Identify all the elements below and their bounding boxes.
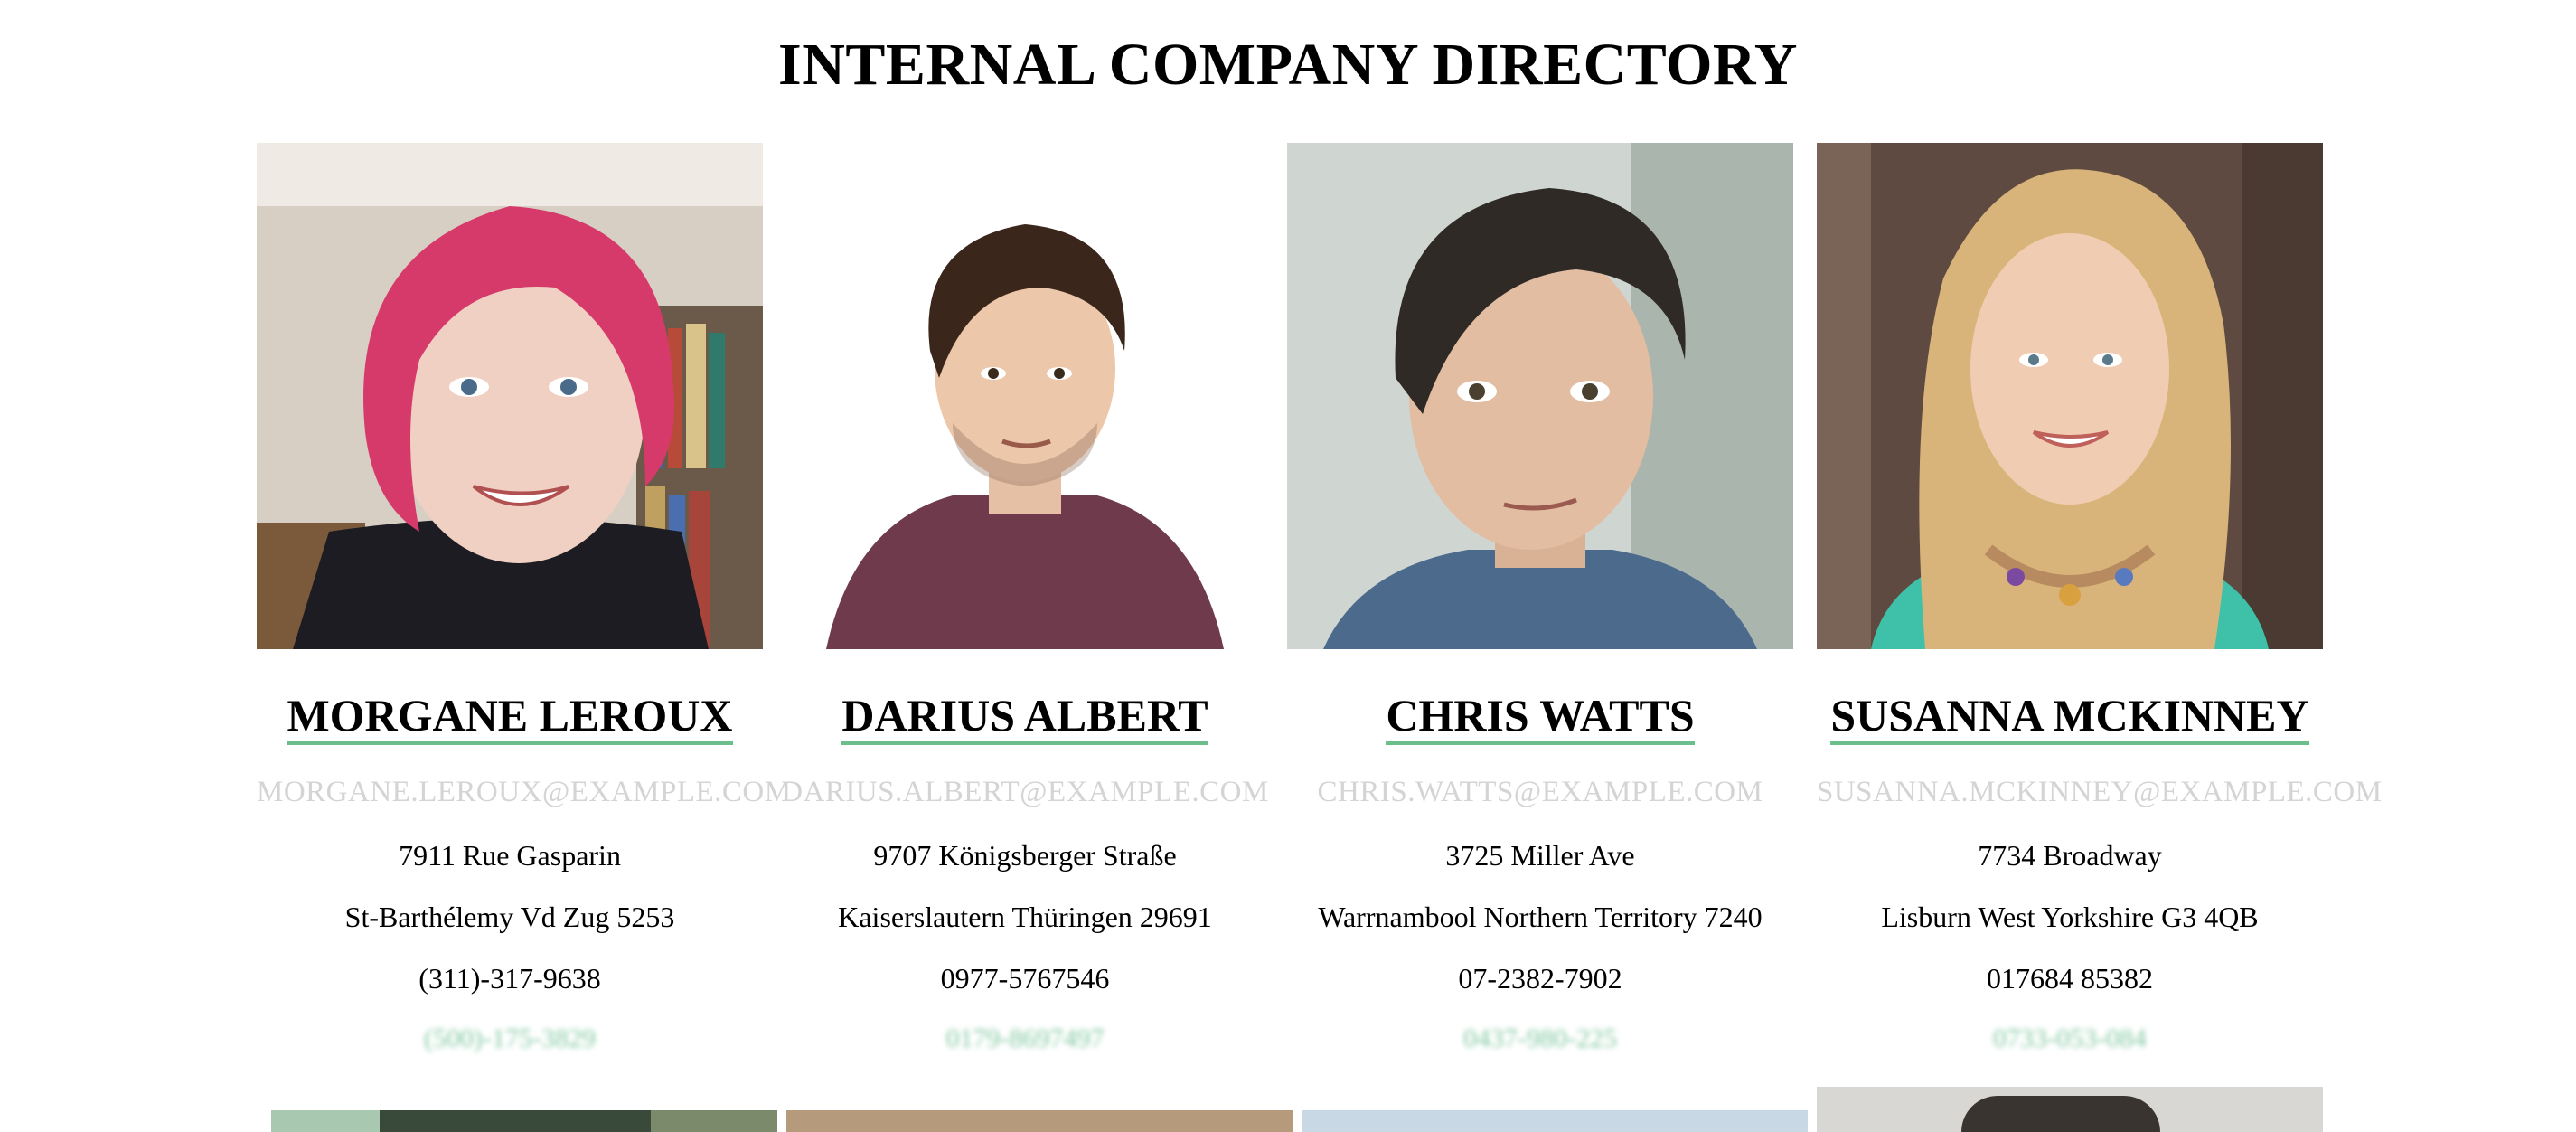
person-name: SUSANNA MCKINNEY [1817, 689, 2323, 745]
person-name: DARIUS ALBERT [772, 689, 1278, 745]
person-email[interactable]: SUSANNA.MCKINNEY@EXAMPLE.COM [1817, 776, 2382, 809]
person-city: Lisburn West Yorkshire G3 4QB [1881, 901, 2259, 933]
next-row-photo [1817, 1087, 2323, 1132]
person-email[interactable]: MORGANE.LEROUX@EXAMPLE.COM [257, 776, 791, 809]
person-cell: 0733-053-084 [1993, 1024, 2147, 1053]
next-row-photo [271, 1110, 777, 1132]
person-cell: (500)-175-3829 [424, 1024, 596, 1053]
person-name: CHRIS WATTS [1287, 689, 1793, 745]
person-photo [257, 143, 763, 649]
person-cell: 0179-8697497 [945, 1024, 1105, 1053]
person-name-link[interactable]: SUSANNA MCKINNEY [1830, 690, 2309, 745]
person-street: 7911 Rue Gasparin [399, 839, 621, 872]
person-photo [1287, 143, 1793, 649]
person-photo [772, 143, 1278, 649]
person-phone: 07-2382-7902 [1458, 962, 1622, 995]
person-name-link[interactable]: DARIUS ALBERT [841, 690, 1208, 745]
next-row-photo [1302, 1110, 1808, 1132]
person-name: MORGANE LEROUX [257, 689, 763, 745]
person-name-link[interactable]: CHRIS WATTS [1386, 690, 1695, 745]
person-phone: 0977-5767546 [940, 962, 1110, 995]
next-row-photo [786, 1110, 1293, 1132]
person-city: St-Barthélemy Vd Zug 5253 [344, 901, 675, 933]
person-email[interactable]: DARIUS.ALBERT@EXAMPLE.COM [772, 776, 1278, 809]
person-city: Warrnambool Northern Territory 7240 [1318, 901, 1763, 933]
person-cell: 0437-980-225 [1463, 1024, 1617, 1053]
person-phone: (311)-317-9638 [418, 962, 601, 995]
person-email[interactable]: CHRIS.WATTS@EXAMPLE.COM [1287, 776, 1793, 809]
person-photo [1817, 143, 2323, 649]
person-city: Kaiserslautern Thüringen 29691 [838, 901, 1212, 933]
page-title: INTERNAL COMPANY DIRECTORY [778, 32, 1798, 98]
person-street: 7734 Broadway [1978, 839, 2162, 872]
person-street: 3725 Miller Ave [1445, 839, 1635, 872]
person-phone: 017684 85382 [1987, 962, 2153, 995]
person-name-link[interactable]: MORGANE LEROUX [287, 690, 733, 745]
person-street: 9707 Königsberger Straße [873, 839, 1177, 872]
